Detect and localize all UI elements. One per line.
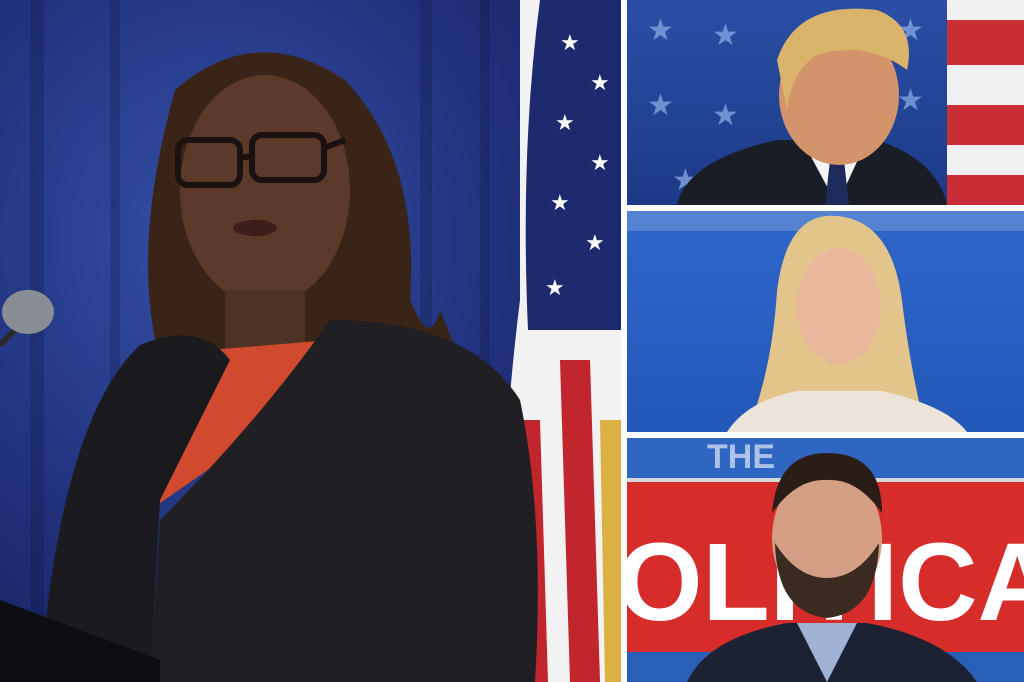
svg-text:★: ★ <box>897 84 924 117</box>
neck <box>225 290 305 350</box>
face <box>180 75 350 305</box>
svg-text:★: ★ <box>545 275 565 300</box>
middle-right-photo <box>627 211 1024 432</box>
main-photo-panel: ★ ★ ★ ★ ★ ★ ★ <box>0 0 621 682</box>
svg-text:★: ★ <box>550 190 570 215</box>
banner-top-text: THE <box>707 438 775 476</box>
microphone <box>0 290 54 348</box>
svg-text:★: ★ <box>590 150 610 175</box>
top-right-photo: ★ ★ ★ ★ ★ ★ ★ <box>647 0 1024 205</box>
svg-text:★: ★ <box>555 110 575 135</box>
bottom-right-photo-panel: THE OLITICA <box>627 438 1024 682</box>
svg-text:★: ★ <box>712 19 739 52</box>
flag-stripes <box>947 0 1024 205</box>
mouth <box>233 220 277 236</box>
main-photo: ★ ★ ★ ★ ★ ★ ★ <box>0 0 621 682</box>
bottom-right-photo: THE OLITICA <box>627 438 1024 682</box>
svg-text:★: ★ <box>647 89 674 122</box>
svg-text:★: ★ <box>560 30 580 55</box>
svg-text:★: ★ <box>712 99 739 132</box>
svg-text:★: ★ <box>590 70 610 95</box>
svg-text:★: ★ <box>647 14 674 47</box>
top-right-photo-panel: ★ ★ ★ ★ ★ ★ ★ <box>627 0 1024 205</box>
middle-right-photo-panel <box>627 211 1024 432</box>
svg-text:★: ★ <box>585 230 605 255</box>
face <box>797 248 881 364</box>
